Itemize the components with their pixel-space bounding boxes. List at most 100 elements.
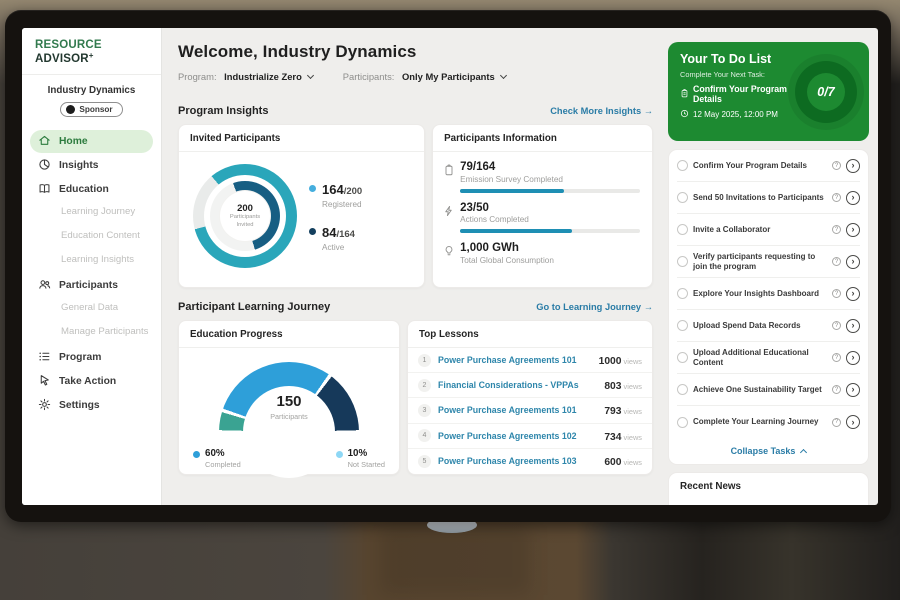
invited-participants-donut-chart: 200 Participants Invited [189,160,301,272]
program-dropdown[interactable]: Industrialize Zero [224,71,302,82]
sidebar-item-home[interactable]: Home [30,130,153,153]
todo-item[interactable]: Invite a Collaborator [677,214,860,246]
sidebar-item-take-action[interactable]: Take Action [30,370,153,393]
dashboard-screen: RESOURCE ADVISOR+ Industry Dynamics Spon… [22,28,878,505]
sidebar-item-education[interactable]: Education [30,178,153,201]
todo-item[interactable]: Complete Your Learning Journey [677,406,860,438]
participants-filter: Participants: Only My Participants [343,71,506,82]
lesson-row: 4 Power Purchase Agreements 102 734views [408,424,652,449]
sidebar-item-insights[interactable]: Insights [30,154,153,177]
filter-bar: Program: Industrialize Zero Participants… [178,71,653,82]
org-name: Industry Dynamics [22,85,161,96]
sidebar: RESOURCE ADVISOR+ Industry Dynamics Spon… [22,28,162,505]
info-icon[interactable] [832,289,841,298]
next-task[interactable]: Confirm Your Program Details [680,84,789,104]
chevron-down-icon[interactable] [500,72,507,79]
todo-item[interactable]: Confirm Your Program Details [677,150,860,182]
sidebar-item-education-content[interactable]: Education Content [30,226,153,249]
top-lessons-title: Top Lessons [408,321,652,348]
todo-progress-ring: 0/7 [795,61,857,123]
sponsor-label: Sponsor [79,105,112,114]
task-checkbox[interactable] [677,417,688,428]
monitor-frame: RESOURCE ADVISOR+ Industry Dynamics Spon… [5,10,891,522]
info-icon[interactable] [832,225,841,234]
lesson-link[interactable]: Power Purchase Agreements 101 [438,355,592,365]
sidebar-item-learning-journey[interactable]: Learning Journey [30,202,153,225]
task-checkbox[interactable] [677,384,688,395]
participants-dropdown[interactable]: Only My Participants [402,71,495,82]
task-checkbox[interactable] [677,320,688,331]
info-icon[interactable] [832,418,841,427]
todo-item[interactable]: Verify participants requesting to join t… [677,246,860,278]
collapse-tasks-link[interactable]: Collapse Tasks [677,438,860,464]
education-gauge-chart: 150 Participants [219,362,359,436]
clipboard-icon [443,161,460,184]
emission-progress-bar [460,189,640,193]
lesson-row: 3 Power Purchase Agreements 101 793views [408,398,652,423]
lesson-row: 2 Financial Considerations - VPPAs 803vi… [408,373,652,398]
lesson-link[interactable]: Financial Considerations - VPPAs [438,380,597,390]
education-icon [38,182,51,198]
info-icon[interactable] [832,193,841,202]
lesson-row: 1 Power Purchase Agreements 101 1000view… [408,348,652,373]
rank-badge: 1 [418,354,431,367]
participants-information-title: Participants Information [433,125,652,152]
education-progress-card: Education Progress 150 Participants [178,320,400,475]
sidebar-item-program[interactable]: Program [30,346,153,369]
registered-dot-icon [309,185,316,192]
sidebar-item-manage-participants[interactable]: Manage Participants [30,322,153,345]
task-chevron-button[interactable] [846,351,860,365]
todo-item[interactable]: Explore Your Insights Dashboard [677,278,860,310]
education-progress-title: Education Progress [179,321,399,348]
task-checkbox[interactable] [677,192,688,203]
arrow-right-icon: → [644,106,653,116]
task-checkbox[interactable] [677,160,688,171]
info-icon[interactable] [832,257,841,266]
task-checkbox[interactable] [677,224,688,235]
sidebar-item-general-data[interactable]: General Data [30,298,153,321]
page-title: Welcome, Industry Dynamics [178,42,653,62]
clock-icon [680,109,689,120]
go-to-learning-journey-link[interactable]: Go to Learning Journey → [536,302,653,312]
learning-journey-heading: Participant Learning Journey [178,301,330,313]
sidebar-item-settings[interactable]: Settings [30,394,153,417]
info-icon[interactable] [832,161,841,170]
lightbulb-icon [443,242,460,265]
sidebar-item-participants[interactable]: Participants [30,274,153,297]
task-checkbox[interactable] [677,288,688,299]
check-more-insights-link[interactable]: Check More Insights → [550,106,653,116]
info-icon[interactable] [832,353,841,362]
active-dot-icon [309,228,316,235]
recent-news-title: Recent News [680,481,857,492]
actions-completed-stat: 23/50 Actions Completed [443,202,640,234]
lesson-link[interactable]: Power Purchase Agreements 102 [438,431,597,441]
sidebar-item-learning-insights[interactable]: Learning Insights [30,250,153,273]
legend-registered: 164/200 Registered [309,181,362,209]
task-chevron-button[interactable] [846,159,860,173]
task-chevron-button[interactable] [846,415,860,429]
todo-item[interactable]: Upload Additional Educational Content [677,342,860,374]
task-chevron-button[interactable] [846,223,860,237]
cursor-action-icon [38,374,51,390]
task-chevron-button[interactable] [846,287,860,301]
task-checkbox[interactable] [677,352,688,363]
task-chevron-button[interactable] [846,319,860,333]
lesson-link[interactable]: Power Purchase Agreements 101 [438,405,597,415]
todo-item[interactable]: Send 50 Invitations to Participants [677,182,860,214]
task-chevron-button[interactable] [846,383,860,397]
todo-subtitle: Complete Your Next Task: [680,70,789,79]
task-chevron-button[interactable] [846,191,860,205]
participants-filter-label: Participants: [343,71,395,82]
info-icon[interactable] [832,385,841,394]
todo-item[interactable]: Achieve One Sustainability Target [677,374,860,406]
lesson-link[interactable]: Power Purchase Agreements 103 [438,456,597,466]
todo-item[interactable]: Upload Spend Data Records [677,310,860,342]
task-checkbox[interactable] [677,256,688,267]
donut-center-label: 200 Participants Invited [220,191,270,241]
todo-title: Your To Do List [680,52,789,66]
sponsor-icon [66,105,75,114]
task-chevron-button[interactable] [846,255,860,269]
chevron-down-icon[interactable] [307,72,314,79]
info-icon[interactable] [832,321,841,330]
resource-advisor-app: RESOURCE ADVISOR+ Industry Dynamics Spon… [22,28,878,505]
